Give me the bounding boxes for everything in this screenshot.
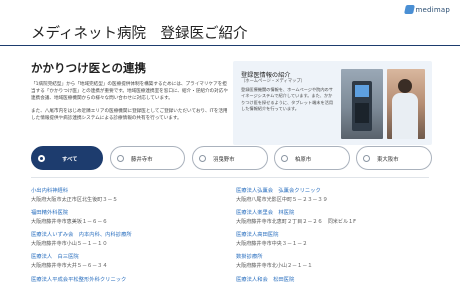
hospital-name-link[interactable]: 医療法人高田医院 [236, 230, 426, 238]
filter-kashiwara[interactable]: 柏原市 [274, 146, 350, 170]
intro-paragraph-2: また、八尾市内をはじめ近隣エリアの医療機関に登録医としてご登録いただいており、I… [31, 109, 228, 122]
kiosk-icon [352, 81, 372, 131]
list-item: 小出内科神経科 大阪府大阪市太正市区北生後町３－５ [31, 186, 221, 203]
kiosk-stand [355, 103, 369, 123]
list-item: 医療法人和会 松田医院 [236, 275, 426, 285]
filter-fujiidera[interactable]: 藤井寺市 [110, 146, 185, 170]
list-item: 医療法人 白三医院 大阪府藤井寺市大井５－６－３４ [31, 252, 221, 269]
radio-icon [199, 155, 206, 162]
hospital-name-link[interactable]: 医療法人楽里会 林医院 [236, 208, 426, 216]
list-item: 医療法人楽里会 林医院 大阪府藤井寺市北恵町２丁目２－２６ 同米ビル１F [236, 208, 426, 225]
hospital-address: 大阪府藤井寺市小山５－１－１０ [31, 241, 108, 247]
list-item: 医療法人弘薫会 弘薫会クリニック 大阪府八尾市光影区中町５－２３－３９ [236, 186, 426, 203]
hospital-name-link[interactable]: 医療法人和会 松田医院 [236, 275, 426, 283]
radio-selected-icon [38, 155, 45, 162]
radio-icon [281, 155, 288, 162]
kiosk-screen [355, 85, 369, 97]
list-divider [31, 177, 429, 178]
intro-paragraph-1: 「1病院完結型」から「地域完結型」の医療提供体制を構築するためには、プライマリケ… [31, 82, 228, 102]
filter-label: 柏原市 [295, 157, 312, 163]
filter-all[interactable]: すべて [31, 146, 103, 170]
person-body [392, 93, 418, 139]
filter-label: 羽曳野市 [213, 157, 235, 163]
list-item: 医療法人高田医院 大阪府藤井寺市中央３－１－２ [236, 230, 426, 247]
hospital-name-link[interactable]: 医療法人 白三医院 [31, 252, 221, 260]
radio-icon [363, 155, 370, 162]
filter-habikino[interactable]: 羽曳野市 [192, 146, 268, 170]
list-item: 医療法人平成会平松整形外科クリニック [31, 275, 221, 285]
person-head [398, 79, 412, 93]
registered-doctor-info-box: 登録医情報の紹介 （ホームページ・メディマップ） 登録医療機関の情報を、ホームペ… [233, 61, 432, 145]
hospital-address: 大阪府藤井寺市大井５－６－３４ [31, 263, 108, 269]
list-item: 医療法人いずみ会 内本内科、内科診療所 大阪府藤井寺市小山５－１－１０ [31, 230, 221, 247]
hospital-name-link[interactable]: 医療法人弘薫会 弘薫会クリニック [236, 186, 426, 194]
list-item: 数掛診療所 大阪府藤井寺市北小山２－１－１ [236, 252, 426, 269]
medimap-logo-icon [403, 5, 415, 14]
hospital-address: 大阪府藤井寺市北小山２－１－１ [236, 263, 313, 269]
signage-kiosk-photo [341, 69, 383, 139]
filter-label: 東大阪市 [377, 157, 399, 163]
info-box-text: 登録医療機関の情報を、ホームページや院内のサイネージシステムで紹介しています。ま… [241, 87, 334, 112]
info-box-subtitle: （ホームページ・メディマップ） [241, 79, 305, 84]
radio-icon [117, 155, 124, 162]
title-divider [0, 45, 460, 46]
list-item: 福田精外科医院 大阪府藤井寺市恵美坂１－６－６ [31, 208, 221, 225]
hospital-address: 大阪府藤井寺市恵美坂１－６－６ [31, 219, 108, 225]
logo-text: medimap [415, 5, 450, 14]
staff-tablet-photo [387, 69, 425, 139]
section-title: かかりつけ医との連携 [31, 61, 146, 75]
hospital-name-link[interactable]: 福田精外科医院 [31, 208, 221, 216]
medimap-logo: medimap [403, 5, 450, 14]
page-title: メディネット病院 登録医ご紹介 [31, 26, 248, 42]
hospital-name-link[interactable]: 医療法人平成会平松整形外科クリニック [31, 275, 221, 283]
hospital-name-link[interactable]: 医療法人いずみ会 内本内科、内科診療所 [31, 230, 221, 238]
hospital-address: 大阪府藤井寺市北恵町２丁目２－２６ 同米ビル１F [236, 219, 357, 225]
hospital-name-link[interactable]: 数掛診療所 [236, 252, 426, 260]
filter-label: すべて [62, 157, 78, 163]
hospital-address: 大阪府藤井寺市中央３－１－２ [236, 241, 308, 247]
hospital-address: 大阪府大阪市太正市区北生後町３－５ [31, 197, 118, 203]
filter-label: 藤井寺市 [131, 157, 153, 163]
hospital-address: 大阪府八尾市光影区中町５－２３－３９ [236, 197, 328, 203]
filter-higashiosaka[interactable]: 東大阪市 [356, 146, 432, 170]
hospital-name-link[interactable]: 小出内科神経科 [31, 186, 221, 194]
